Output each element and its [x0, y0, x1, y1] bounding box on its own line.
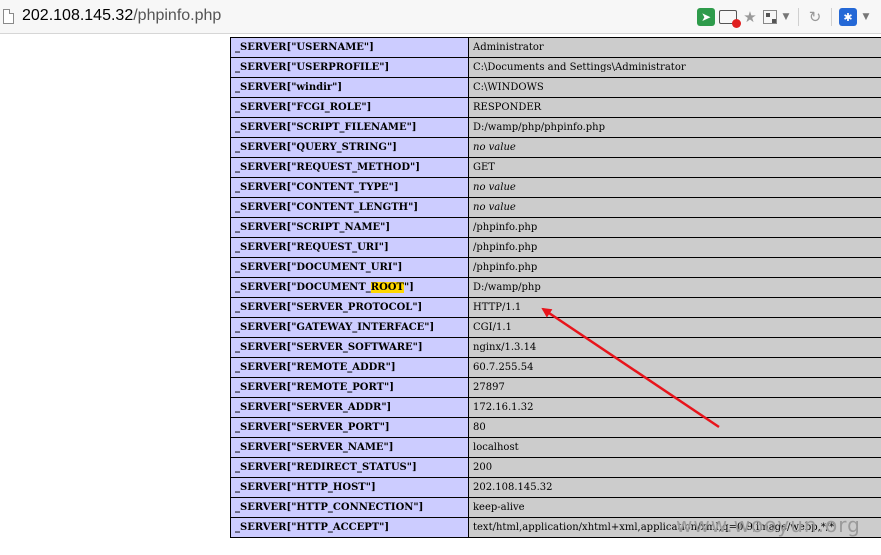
- paw-icon[interactable]: ✱: [839, 8, 857, 26]
- star-icon[interactable]: ★: [741, 8, 759, 26]
- variable-name-cell: _SERVER["REDIRECT_STATUS"]: [230, 457, 469, 478]
- variable-name-cell: _SERVER["SERVER_PORT"]: [230, 417, 469, 438]
- toolbar-divider: [831, 8, 832, 26]
- variable-value-cell: nginx/1.3.14: [468, 337, 881, 358]
- variable-name-cell: _SERVER["windir"]: [230, 77, 469, 98]
- variable-name-cell: _SERVER["QUERY_STRING"]: [230, 137, 469, 158]
- table-row: _SERVER["USERPROFILE"] C:\Documents and S…: [230, 57, 881, 78]
- variable-value-cell: 27897: [468, 377, 881, 398]
- table-row: _SERVER["SCRIPT_FILENAME"] D:/wamp/php/ph…: [230, 117, 881, 138]
- table-row: _SERVER["GATEWAY_INTERFACE"] CGI/1.1: [230, 317, 881, 338]
- toolbar-divider: [798, 8, 799, 26]
- table-row: _SERVER["CONTENT_TYPE"] no value: [230, 177, 881, 198]
- variable-value-cell: HTTP/1.1: [468, 297, 881, 318]
- server-variables-table: _SERVER["USERNAME"] Administrator _SERVER[…: [230, 37, 881, 538]
- variable-name-prefix: _SERVER["DOCUMENT_: [235, 282, 371, 293]
- toolbar-icons: ➤ ★ ▼ ↻ ✱ ▼: [697, 7, 871, 28]
- table-row: _SERVER["USERNAME"] Administrator: [230, 37, 881, 58]
- chevron-down-icon[interactable]: ▼: [781, 8, 791, 26]
- table-row: _SERVER["SERVER_SOFTWARE"] nginx/1.3.14: [230, 337, 881, 358]
- variable-value-cell: GET: [468, 157, 881, 178]
- variable-name-cell: _SERVER["GATEWAY_INTERFACE"]: [230, 317, 469, 338]
- send-icon[interactable]: ➤: [697, 8, 715, 26]
- variable-value-cell: localhost: [468, 437, 881, 458]
- table-row: _SERVER["SERVER_ADDR"] 172.16.1.32: [230, 397, 881, 418]
- table-row: _SERVER["CONTENT_LENGTH"] no value: [230, 197, 881, 218]
- address-bar[interactable]: 202.108.145.32/phpinfo.php ➤ ★ ▼ ↻ ✱ ▼: [0, 0, 881, 34]
- variable-name-cell: _SERVER["HTTP_ACCEPT"]: [230, 517, 469, 538]
- variable-name-cell: _SERVER["FCGI_ROLE"]: [230, 97, 469, 118]
- variable-name-cell: _SERVER["SERVER_PROTOCOL"]: [230, 297, 469, 318]
- variable-name-cell: _SERVER["REQUEST_URI"]: [230, 237, 469, 258]
- variable-name-cell: _SERVER["SCRIPT_FILENAME"]: [230, 117, 469, 138]
- url-host: 202.108.145.32: [22, 7, 134, 24]
- variable-name-cell: _SERVER["USERNAME"]: [230, 37, 469, 58]
- variable-value-cell: RESPONDER: [468, 97, 881, 118]
- variable-value-cell: no value: [468, 137, 881, 158]
- page-icon: [3, 9, 14, 24]
- table-row: _SERVER["SERVER_NAME"] localhost: [230, 437, 881, 458]
- table-row: _SERVER["SERVER_PROTOCOL"] HTTP/1.1: [230, 297, 881, 318]
- variable-name-cell: _SERVER["CONTENT_LENGTH"]: [230, 197, 469, 218]
- table-row: _SERVER["REDIRECT_STATUS"] 200: [230, 457, 881, 478]
- variable-value-cell: 200: [468, 457, 881, 478]
- variable-value-cell: D:/wamp/php/phpinfo.php: [468, 117, 881, 138]
- variable-value-cell: 80: [468, 417, 881, 438]
- variable-value-cell: 172.16.1.32: [468, 397, 881, 418]
- variable-name-cell: _SERVER["DOCUMENT_URI"]: [230, 257, 469, 278]
- variable-value-cell: C:\Documents and Settings\Administrator: [468, 57, 881, 78]
- table-row: _SERVER["DOCUMENT_ROOT"] D:/wamp/php: [230, 277, 881, 298]
- url-text[interactable]: 202.108.145.32/phpinfo.php: [22, 7, 221, 25]
- variable-name-cell: _SERVER["REMOTE_ADDR"]: [230, 357, 469, 378]
- variable-value-cell: no value: [468, 177, 881, 198]
- noscript-icon[interactable]: [719, 10, 741, 28]
- table-row: _SERVER["DOCUMENT_URI"]/phpinfo.php: [230, 257, 881, 278]
- variable-name-cell: _SERVER["CONTENT_TYPE"]: [230, 177, 469, 198]
- variable-value-cell: /phpinfo.php: [468, 237, 881, 258]
- search-highlight: ROOT: [370, 282, 404, 293]
- table-row: _SERVER["SCRIPT_NAME"]/phpinfo.php: [230, 217, 881, 238]
- reload-icon[interactable]: ↻: [806, 8, 824, 26]
- table-row: _SERVER["REQUEST_METHOD"] GET: [230, 157, 881, 178]
- variable-name-suffix: "]: [403, 282, 414, 293]
- page-content: _SERVER["USERNAME"] Administrator _SERVER[…: [0, 35, 881, 555]
- variable-value-cell: 202.108.145.32: [468, 477, 881, 498]
- variable-name-cell: _SERVER["SERVER_SOFTWARE"]: [230, 337, 469, 358]
- variable-name-cell: _SERVER["DOCUMENT_ROOT"]: [230, 277, 469, 298]
- no-value-text: no value: [473, 182, 516, 193]
- qr-code-icon[interactable]: [763, 10, 777, 24]
- table-row: _SERVER["REQUEST_URI"]/phpinfo.php: [230, 237, 881, 258]
- variable-value-cell: Administrator: [468, 37, 881, 58]
- variable-name-cell: _SERVER["HTTP_HOST"]: [230, 477, 469, 498]
- table-row: _SERVER["windir"] C:\WINDOWS: [230, 77, 881, 98]
- variable-name-cell: _SERVER["REQUEST_METHOD"]: [230, 157, 469, 178]
- variable-value-cell: /phpinfo.php: [468, 217, 881, 238]
- table-row: _SERVER["FCGI_ROLE"] RESPONDER: [230, 97, 881, 118]
- table-row: _SERVER["REMOTE_PORT"] 27897: [230, 377, 881, 398]
- no-value-text: no value: [473, 142, 516, 153]
- variable-name-cell: _SERVER["SERVER_NAME"]: [230, 437, 469, 458]
- variable-name-cell: _SERVER["USERPROFILE"]: [230, 57, 469, 78]
- variable-value-cell: CGI/1.1: [468, 317, 881, 338]
- table-row: _SERVER["QUERY_STRING"] no value: [230, 137, 881, 158]
- variable-value-cell: C:\WINDOWS: [468, 77, 881, 98]
- table-row: _SERVER["SERVER_PORT"] 80: [230, 417, 881, 438]
- variable-value-cell: no value: [468, 197, 881, 218]
- variable-name-cell: _SERVER["HTTP_CONNECTION"]: [230, 497, 469, 518]
- variable-value-cell: D:/wamp/php: [468, 277, 881, 298]
- variable-name-cell: _SERVER["REMOTE_PORT"]: [230, 377, 469, 398]
- variable-value-cell: 60.7.255.54: [468, 357, 881, 378]
- variable-value-cell: /phpinfo.php: [468, 257, 881, 278]
- table-row: _SERVER["REMOTE_ADDR"] 60.7.255.54: [230, 357, 881, 378]
- chevron-down-icon[interactable]: ▼: [861, 8, 871, 26]
- variable-name-cell: _SERVER["SERVER_ADDR"]: [230, 397, 469, 418]
- watermark: www.wooyun.org: [676, 513, 861, 537]
- url-path: /phpinfo.php: [133, 7, 222, 24]
- no-value-text: no value: [473, 202, 516, 213]
- variable-name-cell: _SERVER["SCRIPT_NAME"]: [230, 217, 469, 238]
- table-row: _SERVER["HTTP_HOST"] 202.108.145.32: [230, 477, 881, 498]
